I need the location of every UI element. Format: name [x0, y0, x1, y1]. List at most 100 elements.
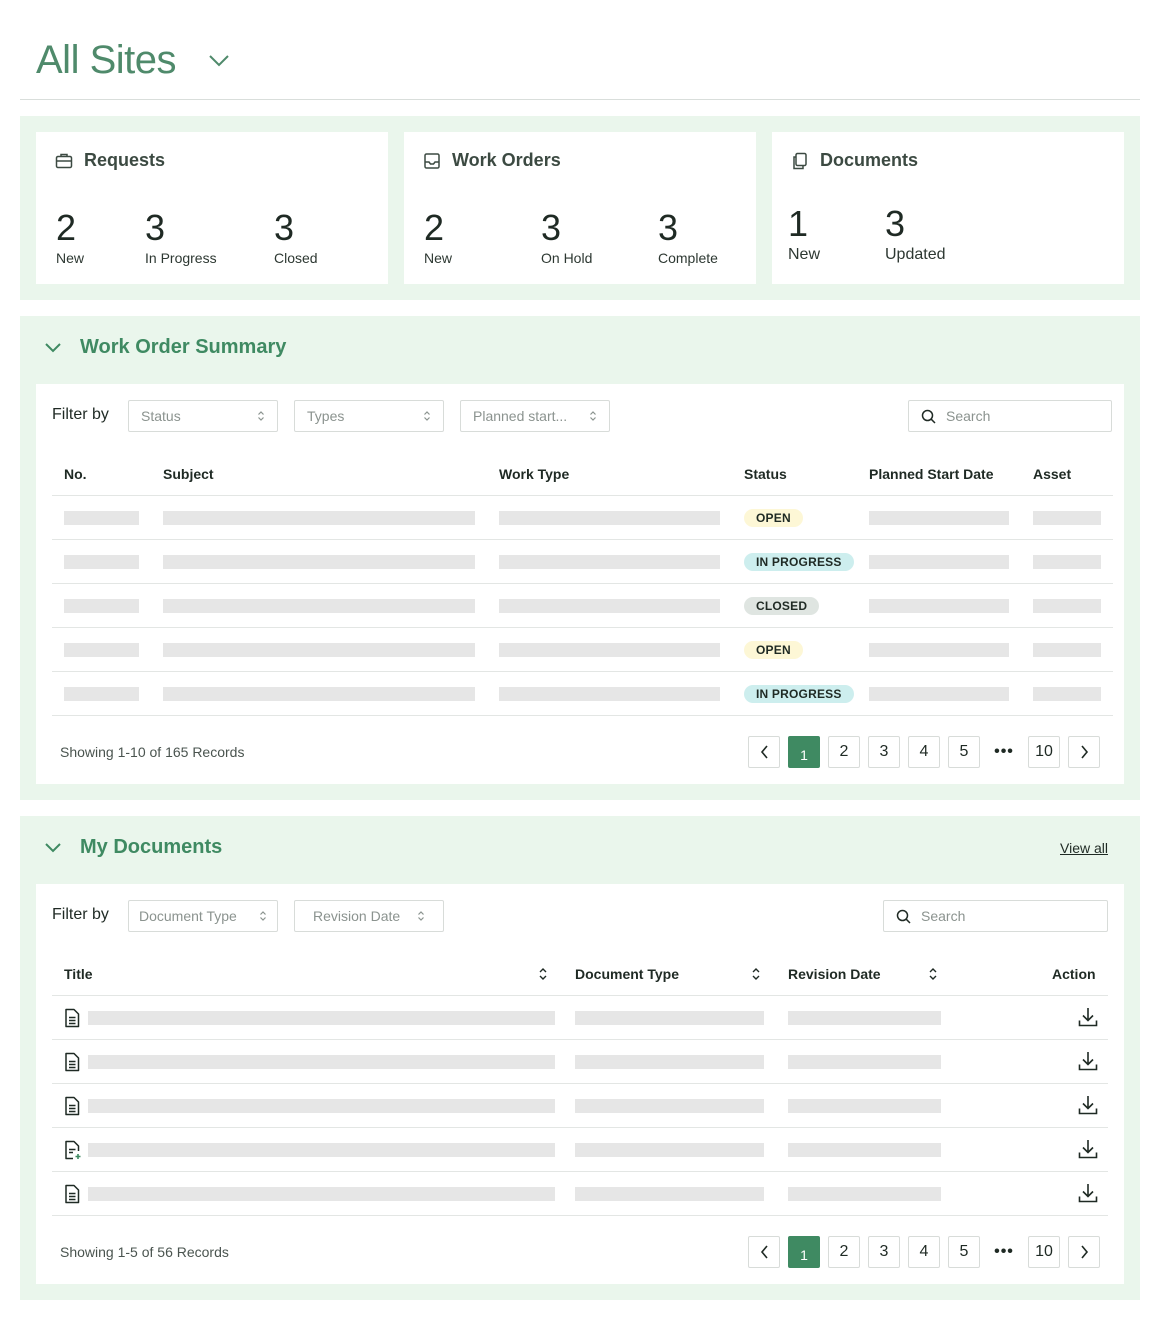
- work-order-summary-section: Work Order Summary Filter by Status Type…: [20, 316, 1140, 800]
- document-icon: [65, 1184, 80, 1204]
- page-button-4[interactable]: 4: [908, 1236, 940, 1268]
- row-divider: [52, 1039, 1108, 1040]
- skeleton-cell: [499, 599, 720, 613]
- stat-value: 2: [56, 207, 77, 248]
- column-header-work-type: Work Type: [499, 466, 570, 482]
- row-divider: [52, 583, 1113, 584]
- skeleton-cell: [1033, 643, 1101, 657]
- work-order-summary-toggle[interactable]: Work Order Summary: [44, 336, 286, 359]
- work-order-search[interactable]: [908, 400, 1112, 432]
- download-icon[interactable]: [1077, 1138, 1099, 1160]
- header-divider: [20, 99, 1140, 100]
- stat-value: 3: [541, 207, 562, 248]
- search-input[interactable]: [921, 908, 1061, 924]
- stat-label: In Progress: [145, 250, 217, 266]
- skeleton-cell: [163, 599, 475, 613]
- document-icon: [65, 1096, 80, 1116]
- documents-card[interactable]: Documents 1 New 3 Updated: [772, 132, 1124, 284]
- skeleton-cell: [499, 511, 720, 525]
- select-value: Types: [307, 408, 345, 424]
- chevron-down-icon: [45, 842, 61, 852]
- requests-card-header: Requests: [54, 150, 165, 171]
- skeleton-cell: [163, 687, 475, 701]
- sort-icon: [260, 911, 266, 921]
- download-icon[interactable]: [1077, 1050, 1099, 1072]
- sort-icon[interactable]: [538, 967, 548, 981]
- skeleton-cell: [575, 1055, 764, 1069]
- skeleton-cell: [788, 1099, 941, 1113]
- skeleton-cell: [575, 1143, 764, 1157]
- row-divider: [52, 1215, 1108, 1216]
- page-button-1[interactable]: 1: [788, 736, 820, 768]
- page-button-5[interactable]: 5: [948, 736, 980, 768]
- stat-value: 3: [274, 207, 295, 248]
- download-icon[interactable]: [1077, 1182, 1099, 1204]
- stat-label: New: [788, 246, 821, 263]
- column-header-revision-date: Revision Date: [788, 966, 881, 982]
- requests-stat-closed: 3 Closed: [274, 207, 318, 267]
- document-icon: [65, 1052, 80, 1072]
- pagination: 1 2 3 4 5 ••• 10: [748, 1236, 1100, 1268]
- download-icon[interactable]: [1077, 1006, 1099, 1028]
- skeleton-cell: [64, 687, 139, 701]
- work-orders-stat-new: 2 New: [424, 208, 452, 267]
- skeleton-cell: [499, 555, 720, 569]
- filter-label: Filter by: [52, 406, 109, 423]
- pagination-ellipsis: •••: [994, 743, 1014, 760]
- status-filter-select[interactable]: Status: [128, 400, 278, 432]
- select-value: Planned start...: [473, 408, 568, 424]
- document-type-filter-select[interactable]: Document Type: [128, 900, 278, 932]
- search-input[interactable]: [946, 408, 1086, 424]
- next-page-button[interactable]: [1068, 736, 1100, 768]
- skeleton-cell: [1033, 599, 1101, 613]
- work-orders-stat-complete: 3 Complete: [658, 207, 718, 267]
- status-badge: IN PROGRESS: [744, 553, 854, 571]
- work-orders-card[interactable]: Work Orders 2 New 3 On Hold 3 Complete: [404, 132, 756, 284]
- sort-icon[interactable]: [751, 967, 761, 981]
- planned-start-filter-select[interactable]: Planned start...: [460, 400, 610, 432]
- page-button-10[interactable]: 10: [1028, 1236, 1060, 1268]
- skeleton-cell: [88, 1099, 555, 1113]
- skeleton-cell: [575, 1011, 764, 1025]
- page-title: All Sites: [36, 38, 177, 82]
- chevron-right-icon: [1080, 745, 1088, 759]
- select-value: Revision Date: [313, 908, 401, 924]
- row-divider: [52, 715, 1113, 716]
- page-button-1[interactable]: 1: [788, 1236, 820, 1268]
- skeleton-cell: [64, 511, 139, 525]
- documents-card-title: Documents: [820, 150, 919, 170]
- types-filter-select[interactable]: Types: [294, 400, 444, 432]
- documents-search[interactable]: [883, 900, 1108, 932]
- page-button-2[interactable]: 2: [828, 1236, 860, 1268]
- my-documents-toggle[interactable]: My Documents: [44, 836, 222, 859]
- filter-label: Filter by: [52, 906, 109, 923]
- chevron-left-icon: [760, 1245, 768, 1259]
- skeleton-cell: [788, 1143, 941, 1157]
- stat-value: 3: [658, 207, 679, 248]
- page-button-10[interactable]: 10: [1028, 736, 1060, 768]
- header-divider: [52, 995, 1108, 996]
- chevron-down-icon[interactable]: [208, 52, 230, 68]
- download-icon[interactable]: [1077, 1094, 1099, 1116]
- sort-icon[interactable]: [928, 967, 938, 981]
- sort-icon: [258, 411, 264, 421]
- page-button-4[interactable]: 4: [908, 736, 940, 768]
- page-button-3[interactable]: 3: [868, 736, 900, 768]
- previous-page-button[interactable]: [748, 736, 780, 768]
- requests-card[interactable]: Requests 2 New 3 In Progress 3 Closed: [36, 132, 388, 284]
- skeleton-cell: [1033, 555, 1101, 569]
- next-page-button[interactable]: [1068, 1236, 1100, 1268]
- status-badge: OPEN: [744, 641, 803, 659]
- previous-page-button[interactable]: [748, 1236, 780, 1268]
- revision-date-filter-select[interactable]: Revision Date: [294, 900, 444, 932]
- page-button-3[interactable]: 3: [868, 1236, 900, 1268]
- page-button-5[interactable]: 5: [948, 1236, 980, 1268]
- skeleton-cell: [499, 643, 720, 657]
- work-order-table-card: Filter by Status Types Planned start... …: [36, 384, 1124, 784]
- requests-stat-new: 2 New: [56, 207, 84, 267]
- view-all-link[interactable]: View all: [1060, 840, 1108, 856]
- pagination-ellipsis: •••: [994, 1243, 1014, 1260]
- skeleton-cell: [88, 1055, 555, 1069]
- stat-label: Complete: [658, 250, 718, 266]
- page-button-2[interactable]: 2: [828, 736, 860, 768]
